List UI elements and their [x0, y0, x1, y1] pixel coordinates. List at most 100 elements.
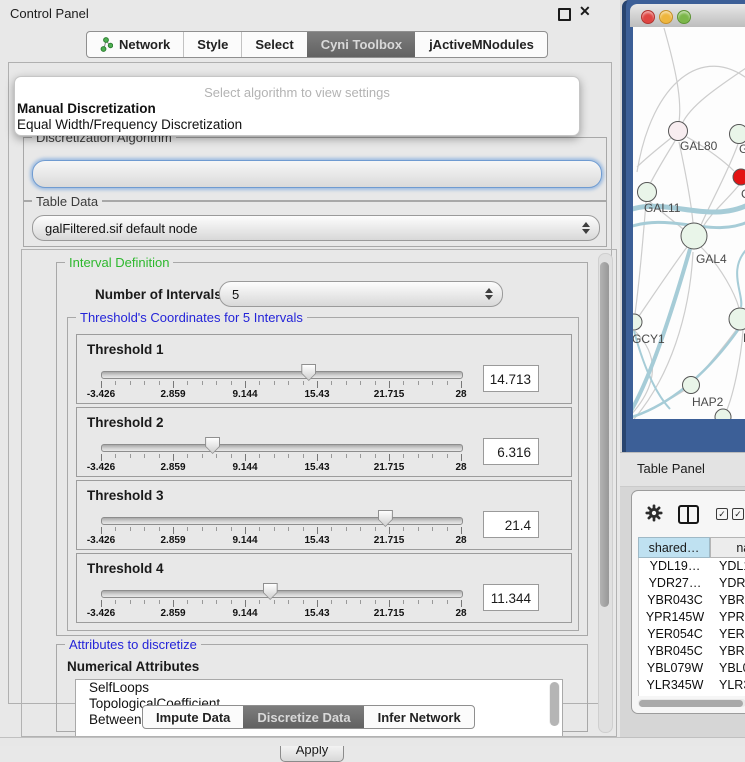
network-edge[interactable] — [682, 66, 745, 124]
tick-mark — [418, 454, 419, 458]
tick-mark — [389, 381, 390, 388]
cell-name: YLR345W — [711, 677, 745, 694]
tab-network[interactable]: Network — [87, 32, 183, 57]
network-node-c[interactable] — [733, 169, 745, 185]
tick-mark — [403, 527, 404, 531]
threshold-slider-track[interactable] — [101, 517, 463, 525]
scrollbar-thumb[interactable] — [639, 700, 743, 707]
tick-label: 15.43 — [304, 535, 329, 546]
tick-mark — [173, 381, 174, 388]
tick-mark — [360, 454, 361, 458]
table-row[interactable]: YPR145WYPR145W — [639, 609, 745, 626]
threshold-value-field[interactable]: 11.344 — [483, 584, 539, 611]
tick-mark — [447, 527, 448, 531]
table-row[interactable]: YBL079WYBL079W — [639, 660, 745, 677]
network-edge[interactable] — [637, 138, 671, 167]
tick-mark — [231, 527, 232, 531]
threshold-value-field[interactable]: 6.316 — [483, 438, 539, 465]
tick-mark — [461, 527, 462, 534]
table-data-select[interactable]: galFiltered.sif default node — [32, 215, 600, 241]
threshold-panel: Threshold 3 -3.4262.8599.14415.4321.7152… — [76, 480, 572, 550]
checkbox-icon[interactable]: ✓ — [716, 508, 728, 520]
network-edge[interactable] — [664, 28, 680, 122]
threshold-slider-track[interactable] — [101, 590, 463, 598]
scrollbar-thumb[interactable] — [550, 682, 559, 726]
zoom-traffic-light-icon[interactable] — [677, 10, 691, 24]
close-icon[interactable]: ✕ — [579, 3, 591, 20]
minimize-traffic-light-icon[interactable] — [659, 10, 673, 24]
network-edge[interactable] — [635, 202, 646, 314]
table-row[interactable]: YBR045CYBR045C — [639, 643, 745, 660]
network-edge[interactable] — [737, 247, 745, 307]
network-node-ga[interactable] — [730, 125, 745, 144]
slider-ticks — [101, 527, 461, 535]
network-window-titlebar[interactable] — [630, 4, 745, 27]
tab-style[interactable]: Style — [183, 32, 241, 57]
tick-mark — [101, 527, 102, 534]
tick-mark — [115, 381, 116, 385]
column-header-name[interactable]: name — [710, 537, 745, 558]
table-row[interactable]: YER054CYER054C — [639, 626, 745, 643]
checkbox-icon[interactable]: ✓ — [732, 508, 744, 520]
network-node-hap2[interactable] — [683, 377, 700, 394]
tick-mark — [231, 454, 232, 458]
table-row[interactable]: YDL19…YDL19… — [639, 558, 745, 575]
cell-shared-name: YBR043C — [639, 592, 711, 609]
tick-mark — [389, 600, 390, 607]
tick-label: 28 — [455, 535, 466, 546]
threshold-slider-track[interactable] — [101, 444, 463, 452]
table-row[interactable]: YBR043CYBR043C — [639, 592, 745, 609]
bottom-tab-discretize-data[interactable]: Discretize Data — [243, 706, 363, 728]
network-node-gal4[interactable] — [681, 223, 707, 249]
network-node[interactable] — [715, 409, 731, 419]
cell-shared-name: YIL052C — [639, 694, 711, 696]
tab-cyni-toolbox[interactable]: Cyni Toolbox — [307, 32, 415, 57]
tick-mark — [159, 454, 160, 458]
gear-icon[interactable] — [645, 504, 663, 527]
bottom-tab-infer-network[interactable]: Infer Network — [364, 706, 474, 728]
tab-select[interactable]: Select — [241, 32, 306, 57]
table-row[interactable]: YDR27…YDR27… — [639, 575, 745, 592]
network-edge[interactable] — [703, 185, 739, 227]
close-traffic-light-icon[interactable] — [641, 10, 655, 24]
network-edge[interactable] — [637, 66, 745, 172]
tick-label: 9.144 — [232, 389, 257, 400]
threshold-value-field[interactable]: 21.4 — [483, 511, 539, 538]
split-column-icon[interactable] — [678, 505, 699, 524]
tab-label: Select — [255, 37, 293, 52]
dropdown-option-equal-width-frequency-discretization[interactable]: Equal Width/Frequency Discretization — [15, 117, 579, 133]
table-row[interactable]: YIL052CYIL052C — [639, 694, 745, 696]
tick-label: 28 — [455, 462, 466, 473]
algorithm-select[interactable] — [32, 160, 602, 188]
network-node-gcy1[interactable] — [633, 314, 642, 330]
tick-mark — [331, 600, 332, 604]
tick-mark — [259, 454, 260, 458]
network-canvas[interactable]: GAL80GACGAL11GAL4GCY1HHAP2 — [633, 27, 745, 419]
threshold-slider-track[interactable] — [101, 371, 463, 379]
float-window-icon[interactable] — [558, 8, 571, 21]
tab-label: Infer Network — [378, 710, 461, 725]
cyni-toolbox-panel: Discretization Algorithm Table Data galF… — [8, 62, 612, 704]
dropdown-option-manual-discretization[interactable]: Manual Discretization — [15, 101, 579, 117]
tick-mark — [317, 454, 318, 461]
scrollbar-thumb[interactable] — [600, 262, 609, 607]
network-view-window[interactable]: GAL80GACGAL11GAL4GCY1HHAP2 — [622, 0, 745, 452]
number-of-intervals-select[interactable]: 5 — [219, 281, 503, 307]
slider-tick-labels: -3.4262.8599.14415.4321.71528 — [101, 535, 461, 547]
tick-mark — [216, 381, 217, 385]
network-node-gal80[interactable] — [669, 122, 688, 141]
network-edge[interactable] — [650, 141, 675, 184]
table-row[interactable]: YLR345WYLR345W — [639, 677, 745, 694]
tick-label: 2.859 — [160, 462, 185, 473]
network-node-h[interactable] — [729, 308, 745, 330]
group-title: Attributes to discretize — [65, 637, 201, 652]
node-label: GA — [739, 142, 745, 156]
threshold-value-field[interactable]: 14.713 — [483, 365, 539, 392]
network-node-gal11[interactable] — [638, 183, 657, 202]
list-item-selfloops[interactable]: SelfLoops — [76, 680, 562, 696]
dropdown-placeholder: Select algorithm to view settings — [15, 85, 579, 101]
column-header-shared[interactable]: shared… — [638, 537, 710, 558]
bottom-tab-impute-data[interactable]: Impute Data — [143, 706, 243, 728]
tick-mark — [461, 600, 462, 607]
tab-jactivemnodules[interactable]: jActiveMNodules — [415, 32, 547, 57]
